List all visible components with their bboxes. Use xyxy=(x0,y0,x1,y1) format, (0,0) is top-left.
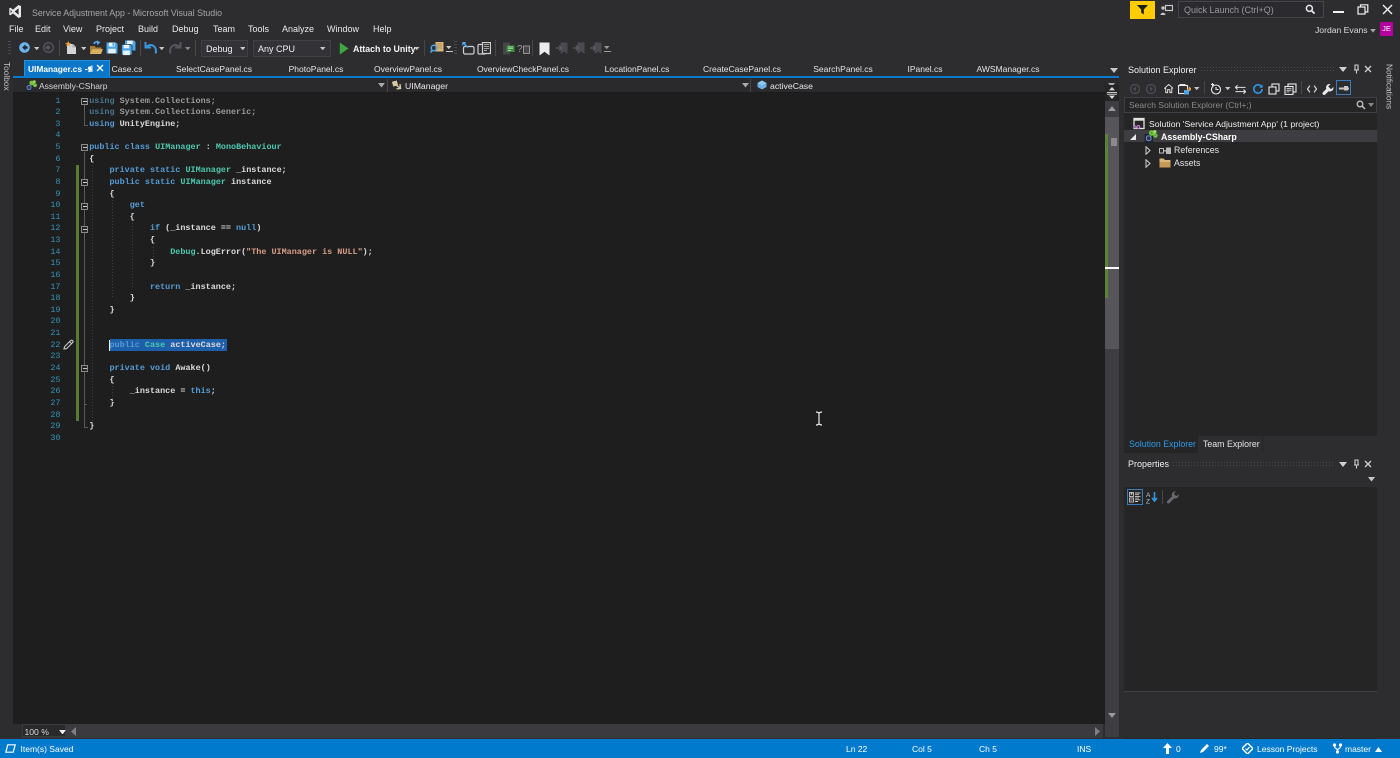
svg-text:Z: Z xyxy=(1146,498,1150,504)
svg-text:?: ? xyxy=(517,44,523,55)
